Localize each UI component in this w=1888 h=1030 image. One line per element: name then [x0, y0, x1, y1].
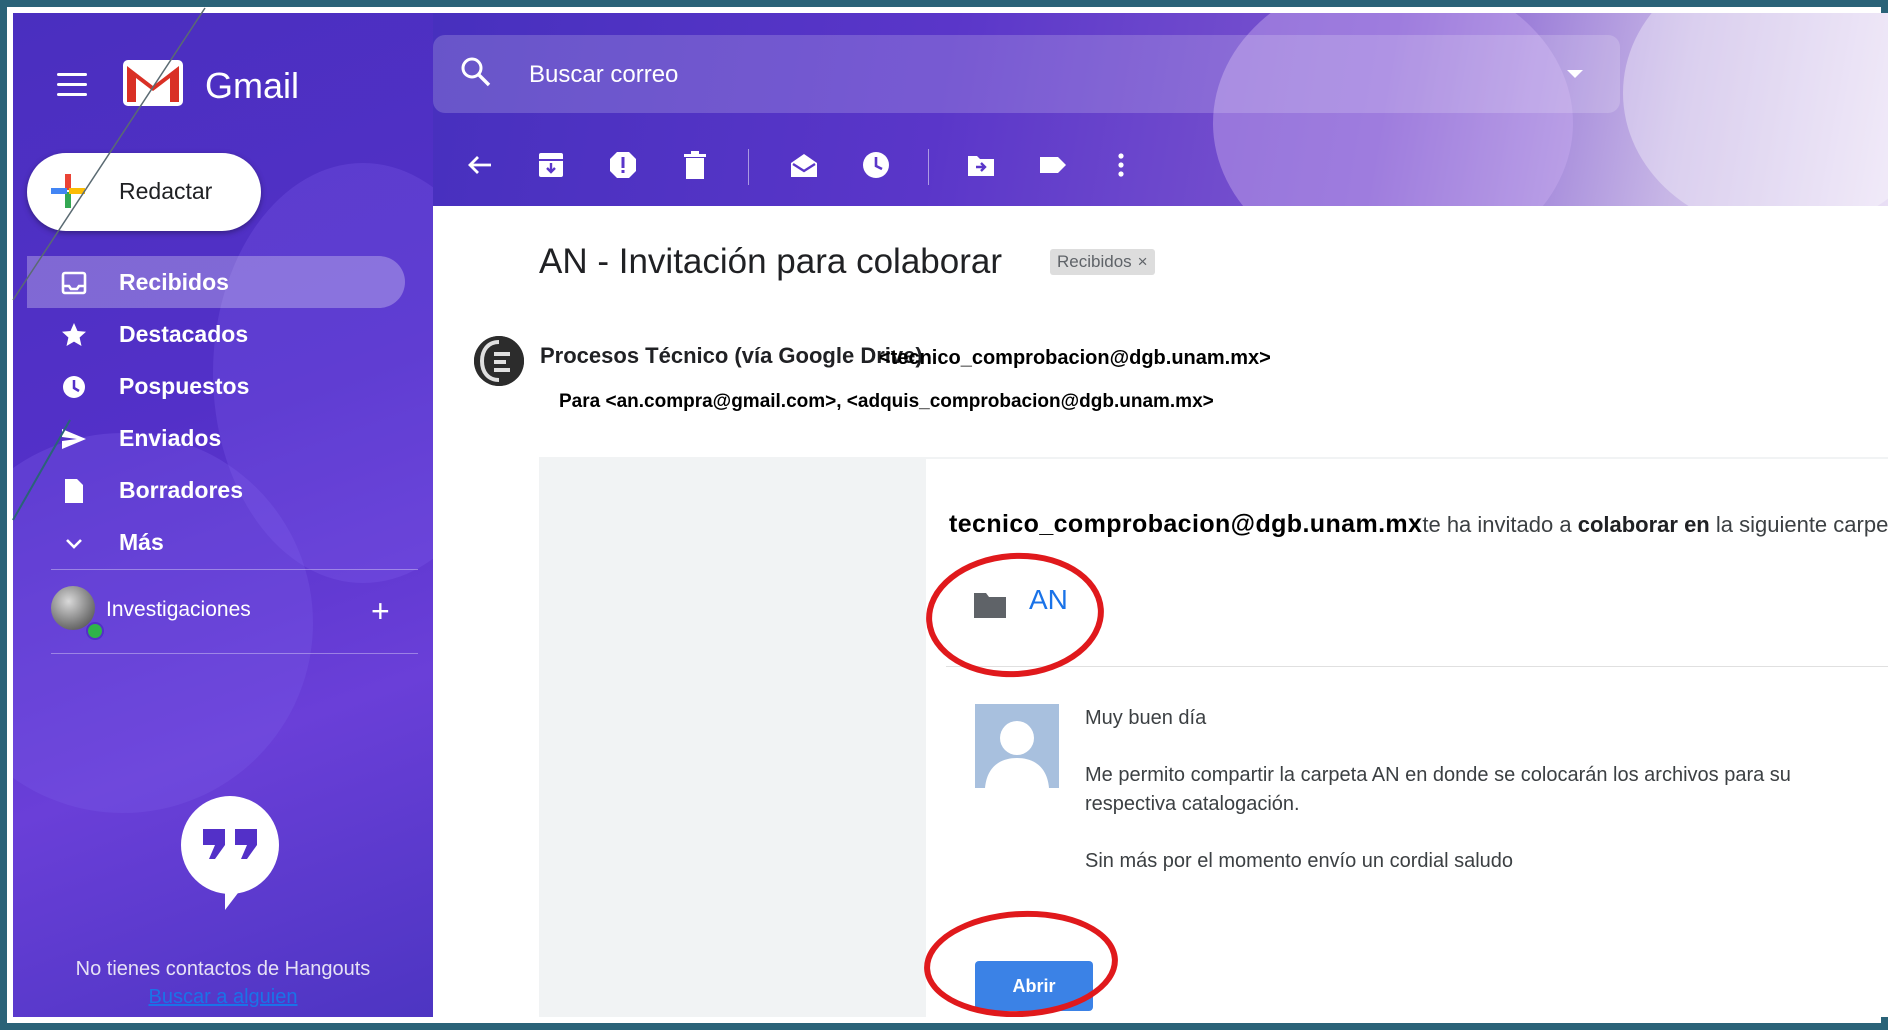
mark-unread-icon[interactable] — [789, 150, 819, 180]
inviter-email: tecnico_comprobacion@dgb.unam.mx — [949, 510, 1423, 538]
invitation-text-part: te ha invitado a — [1422, 512, 1578, 537]
invitation-text-part: la siguiente carpeta — [1709, 512, 1888, 537]
search-icon[interactable] — [459, 55, 493, 89]
label-chip[interactable]: Recibidos × — [1050, 249, 1155, 275]
message-line: Me permito compartir la carpeta AN en do… — [1085, 764, 1791, 786]
report-spam-icon[interactable] — [608, 150, 638, 180]
more-options-icon[interactable] — [1106, 150, 1136, 180]
avatar — [975, 704, 1059, 788]
message-greeting: Muy buen día — [1085, 707, 1207, 729]
background-decoration — [1623, 13, 1888, 206]
delete-icon[interactable] — [680, 150, 710, 180]
person-icon — [975, 704, 1059, 788]
email-subject: AN - Invitación para colaborar — [539, 242, 1002, 281]
search-bar[interactable]: Buscar correo — [433, 35, 1620, 113]
gmail-window: Gmail Redactar Recibidos Destacados Posp… — [13, 13, 1888, 1017]
search-input[interactable]: Buscar correo — [529, 61, 678, 89]
sender-avatar — [474, 336, 524, 386]
archive-icon[interactable] — [536, 150, 566, 180]
slide-decoration-line — [12, 7, 206, 521]
sender-name: Procesos Técnico (vía Google Drive) — [540, 343, 923, 368]
message-line: respectiva catalogación. — [1085, 793, 1300, 815]
move-to-icon[interactable] — [966, 150, 996, 180]
toolbar-separator — [748, 149, 749, 185]
back-arrow-icon[interactable] — [465, 150, 495, 180]
sender-logo-icon — [474, 336, 524, 386]
remove-label-icon[interactable]: × — [1138, 252, 1148, 271]
invitation-text: tecnico_comprobacion@dgb.unam.mxte ha in… — [949, 510, 1888, 539]
toolbar-separator — [928, 149, 929, 185]
label-icon[interactable] — [1038, 150, 1068, 180]
add-icon[interactable]: + — [371, 595, 390, 627]
hangouts-icon-tail — [225, 876, 251, 910]
divider — [946, 666, 1888, 667]
label-chip-text: Recibidos — [1057, 252, 1132, 271]
recipients-line: Para <an.compra@gmail.com>, <adquis_comp… — [559, 391, 1214, 412]
sender-email: <tecnico_comprobacion@dgb.unam.mx> — [879, 347, 1271, 369]
invitation-text-bold: colaborar en — [1577, 512, 1710, 537]
email-view: AN - Invitación para colaborar Recibidos… — [433, 206, 1888, 1017]
message-closing: Sin más por el momento envío un cordial … — [1085, 850, 1514, 872]
snooze-icon[interactable] — [861, 150, 891, 180]
search-options-icon[interactable] — [1567, 70, 1583, 78]
